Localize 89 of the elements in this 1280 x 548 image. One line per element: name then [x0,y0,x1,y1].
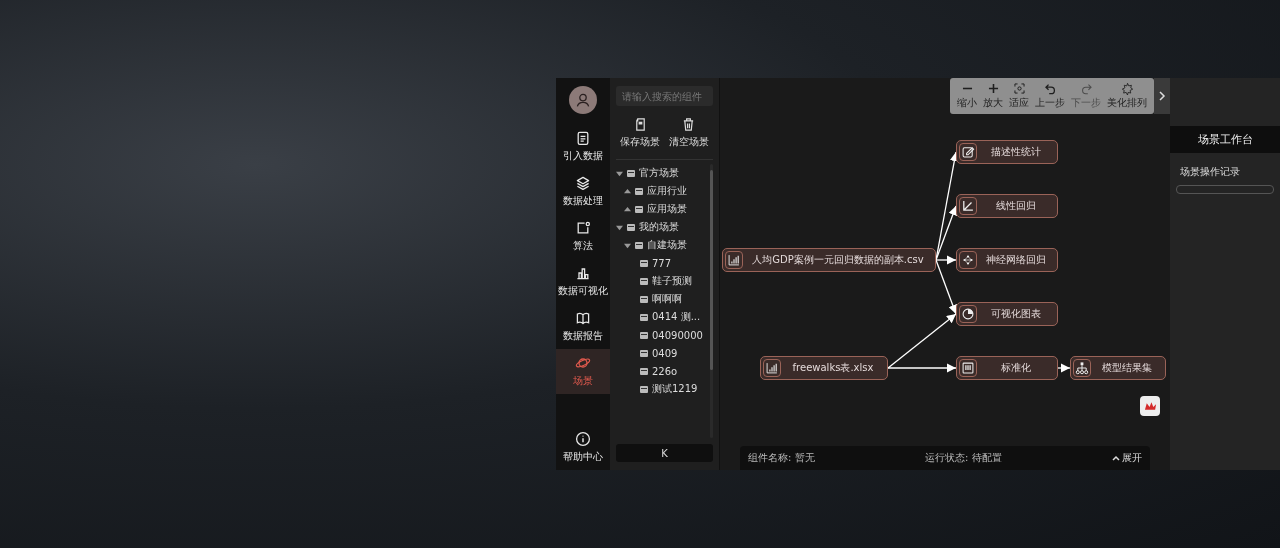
sparkle-icon [1120,82,1134,95]
tree-item[interactable]: 777 [652,257,672,269]
fit-view-icon [1012,82,1026,95]
document-icon [633,118,647,131]
folder-icon [627,223,635,231]
nav-item[interactable]: 算法 [556,214,610,259]
tree-item[interactable]: 自建场景 [647,238,687,252]
folder-icon [640,259,648,267]
folder-icon [640,349,648,357]
tree-item[interactable]: 0409 [652,347,678,359]
tree-item[interactable]: 04090000 [652,329,703,341]
flow-node[interactable]: 神经网络回归 [956,248,1058,272]
pie-chart-icon [959,305,977,323]
bar-chart-icon [725,251,743,269]
hierarchy-icon [1073,359,1091,377]
document-icon [575,130,591,146]
person-icon [575,92,591,108]
caret-icon[interactable] [624,187,631,195]
plus-icon [986,82,1000,95]
toolbar-button[interactable]: 上一步 [1032,80,1068,112]
folder-icon [635,241,643,249]
toolbar-button[interactable]: 适应 [1006,80,1032,112]
tree-item[interactable]: 官方场景 [639,166,679,180]
toolbar-button[interactable]: 放大 [980,80,1006,112]
run-state-text: 运行状态: 待配置 [925,451,1002,465]
tree-item[interactable]: 226o [652,365,678,377]
layers-icon [575,175,591,191]
tree-item[interactable]: 鞋子预测 [652,274,692,288]
flow-node[interactable]: 人均GDP案例一元回归数据的副本.csv [722,248,936,272]
caret-up-icon [1112,455,1120,461]
chevron-right-icon [1158,91,1166,101]
folder-icon [640,385,648,393]
flow-node[interactable]: 标准化 [956,356,1058,380]
tree-item[interactable]: 我的场景 [639,220,679,234]
info-icon [575,431,591,447]
planet-icon [575,355,591,371]
nav-item[interactable]: 数据报告 [556,304,610,349]
section-label: 场景操作记录 [1179,165,1241,179]
search-field[interactable]: 请输入搜索的组件 [616,86,713,106]
bar-chart-icon [575,265,591,281]
book-icon [575,310,591,326]
tree-item[interactable]: 测试1219 [652,382,698,396]
columns-icon [959,359,977,377]
clear-scene-button[interactable]: 清空场景 [666,116,711,151]
nav-item[interactable]: 数据可视化 [556,259,610,304]
save-scene-button[interactable]: 保存场景 [618,116,663,151]
nav-item[interactable]: 场景 [556,349,610,394]
caret-icon[interactable] [624,205,631,213]
flow-node[interactable]: 线性回归 [956,194,1058,218]
component-name-text: 组件名称: 暂无 [748,451,815,465]
folder-icon [640,295,648,303]
tree-item[interactable]: 0414 测... [652,310,701,324]
undo-icon [1043,82,1057,95]
folder-icon [640,367,648,375]
folder-icon [635,187,643,195]
redo-icon [1079,82,1093,95]
toolbar-button[interactable]: 美化排列 [1104,80,1150,112]
folder-icon [640,313,648,321]
bar-chart-icon [763,359,781,377]
flow-node[interactable]: 可视化图表 [956,302,1058,326]
panel-title: 场景工作台 [1170,126,1280,153]
scrollbar[interactable] [710,164,713,438]
pencil-square-icon [959,143,977,161]
tree-item[interactable]: 应用场景 [647,202,687,216]
collapse-button[interactable]: K [616,444,713,462]
toolbar-button[interactable]: 缩小 [954,80,980,112]
flow-node[interactable]: 模型结果集 [1070,356,1166,380]
caret-icon[interactable] [616,223,623,231]
caret-icon[interactable] [624,241,631,249]
trash-icon [682,118,696,131]
flow-node[interactable]: freewalks表.xlsx [760,356,888,380]
nav-item[interactable]: 数据处理 [556,169,610,214]
app-logo-icon[interactable] [1140,396,1160,416]
expand-button[interactable]: 展开 [1112,451,1142,465]
connector-arrow [1057,363,1071,373]
avatar-icon[interactable] [569,86,597,114]
folder-icon [640,277,648,285]
collapse-panel-button[interactable] [1154,78,1170,114]
tree-item[interactable]: 应用行业 [647,184,687,198]
flow-node[interactable]: 描述性统计 [956,140,1058,164]
help-nav-item[interactable]: 帮助中心 [556,425,610,470]
folder-icon [627,169,635,177]
network-icon [959,251,977,269]
folder-icon [640,331,648,339]
square-dot-icon [575,220,591,236]
folder-icon [635,205,643,213]
tree-item[interactable]: 啊啊啊 [652,292,682,306]
nav-item[interactable]: 引入数据 [556,124,610,169]
caret-icon[interactable] [616,169,623,177]
